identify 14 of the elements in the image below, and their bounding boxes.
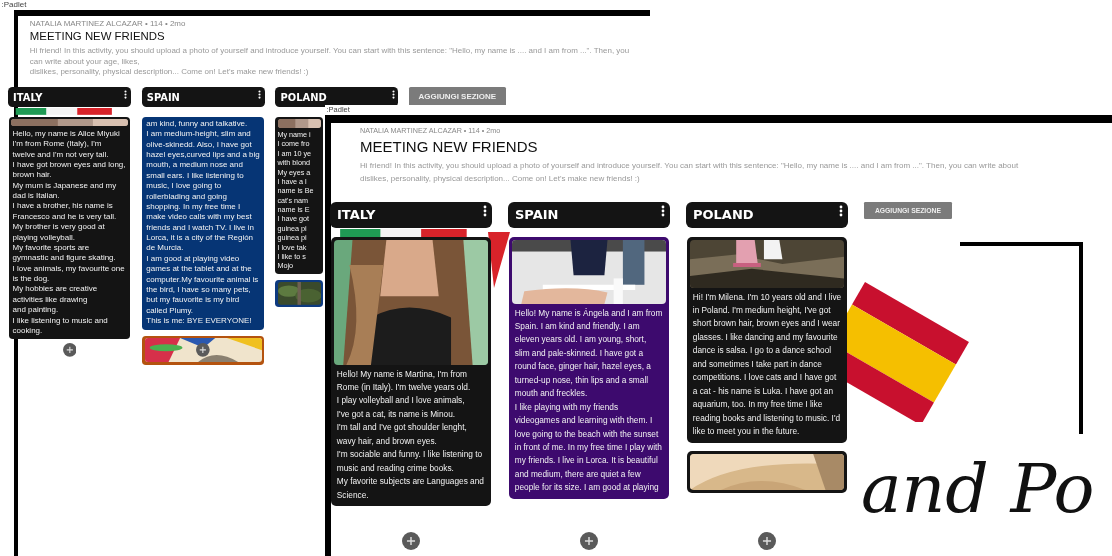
wallpaper-text: and Po (861, 454, 1095, 523)
description-line: Hi friend! In this activity, you should upload a photo of yourself and introduce yourself. You can start with this sentence: "Hello, my name is .... and I am from ...". Then, you can write about (360, 160, 1020, 172)
post-text: Hello! My name is Martina, I'm from Rome (in Italy). I'm twelve years old. I play volleyball and I love animals, I've got a cat, its name is Minou. I'm tall and I've got shoulder lenght, wavy hair, and brown eyes. I'm sociable and funny. I like listening to music and reading crime books. My favorite subjects are Languages and Science. (335, 367, 485, 502)
column-title: ITALY (13, 91, 43, 103)
board-title: MEETING NEW FRIENDS (360, 137, 539, 155)
column-title: SPAIN (515, 207, 559, 223)
board-title: MEETING NEW FRIENDS (29, 29, 166, 42)
post-text: Hello! My name is Ángela and I am from Spain. I am kind and friendly. I am eleven years old. I am young, short, slim and pale-skinned. I have got a round face, ginger hair, hazel eyes, a turned-up nose, thin lips and a small mouth and freckles. I like playing with my friends videogames and learning with them. I love going to the beach with the sunset in front of me. In my free time I play with my friends. I live in Lorca. It is beautiful and medium, there are quiet a few people for its size. I am good at playing (513, 306, 664, 495)
column-title: POLAND (280, 91, 327, 103)
description-line: dislikes, personality, physical description... Come on! Let's make new friends! :) (360, 172, 641, 185)
column-title: ITALY (337, 207, 376, 223)
column-title: POLAND (693, 207, 754, 223)
column-title: SPAIN (146, 91, 180, 103)
post-text: Hi! I'm Milena. I'm 10 years old and I live in Poland. I'm medium height, I've got short brown hair, brown eyes and I wear glasses. I like dancing and my favourite dance is salsa. I go to a dance school and sometimes I take part in dance competitions. I love cats and I have got a cat - his name is Luka. I have got an aquarium, too. In my free time I like reading books and listening to music. I'd like to meet you in the future. (691, 290, 843, 438)
